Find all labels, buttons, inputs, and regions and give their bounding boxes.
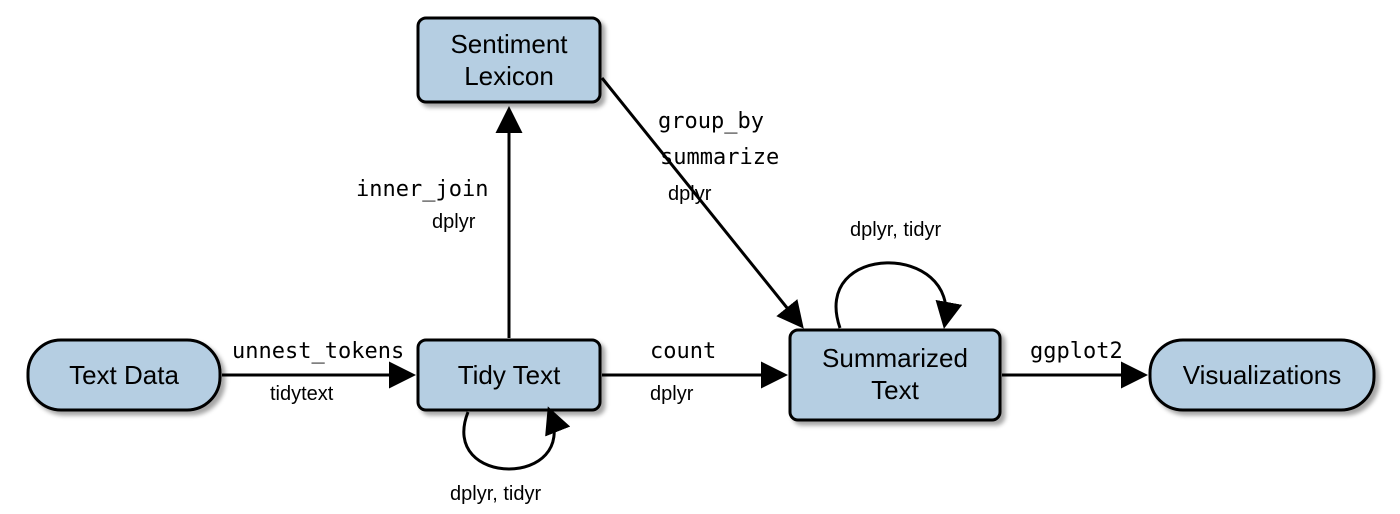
edge-tidy-to-summarized: count dplyr [602, 339, 782, 405]
node-visualizations: Visualizations [1150, 340, 1374, 410]
edge3-sub: dplyr [668, 183, 712, 205]
node-text-data: Text Data [28, 340, 220, 410]
sentiment-lexicon-line2: Lexicon [464, 61, 554, 91]
node-summarized-text: Summarized Text [790, 330, 1000, 420]
edge1-sub: tidytext [270, 383, 334, 405]
edge2-sub: dplyr [432, 211, 476, 233]
sentiment-lexicon-line1: Sentiment [450, 29, 568, 59]
tidy-text-label: Tidy Text [458, 360, 561, 390]
edge4-main: count [650, 339, 716, 364]
loop-sum-label: dplyr, tidyr [850, 219, 941, 241]
edge4-sub: dplyr [650, 383, 694, 405]
text-data-label: Text Data [69, 360, 179, 390]
summarized-text-line2: Text [871, 375, 919, 405]
edge-summarized-to-vis: ggplot2 [1002, 339, 1142, 375]
node-tidy-text: Tidy Text [418, 340, 600, 410]
edge-textdata-to-tidy: unnest_tokens tidytext [222, 339, 410, 405]
visualizations-label: Visualizations [1183, 360, 1342, 390]
edge-tidy-to-lexicon: inner_join dplyr [356, 112, 509, 338]
edge3-main2: summarize [660, 145, 779, 170]
edge2-main: inner_join [356, 177, 488, 202]
edge-lexicon-to-summarized: group_by summarize dplyr [602, 78, 800, 324]
edge1-main: unnest_tokens [232, 339, 404, 364]
loop-tidy-text: dplyr, tidyr [450, 412, 554, 505]
loop-summarized-text: dplyr, tidyr [836, 219, 946, 328]
summarized-text-line1: Summarized [822, 343, 968, 373]
edge3-main1: group_by [658, 109, 764, 134]
edge5-main: ggplot2 [1030, 339, 1123, 364]
node-sentiment-lexicon: Sentiment Lexicon [418, 18, 600, 102]
loop-tidy-label: dplyr, tidyr [450, 483, 541, 505]
